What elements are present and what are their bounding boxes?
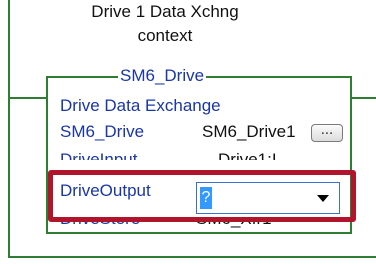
input-param-value[interactable]: Drive1:I [218, 150, 277, 160]
block-name: SM6_Drive [118, 66, 207, 86]
routine-context: context [137, 26, 193, 45]
input-row: DriveInput Drive1:I [60, 150, 310, 160]
rung-wire-left [10, 97, 46, 99]
block-type-label: Drive Data Exchange [60, 96, 221, 115]
rung-frame-bottom [8, 256, 376, 258]
instance-param-label: SM6_Drive [60, 122, 145, 141]
input-param-label: DriveInput [60, 150, 138, 160]
browse-button[interactable]: ... [311, 124, 343, 142]
routine-title: Drive 1 Data Xchng [91, 2, 239, 21]
instance-param-value[interactable]: SM6_Drive1 [202, 122, 296, 142]
rung-wire-right [352, 97, 376, 99]
highlight-box [48, 170, 356, 222]
